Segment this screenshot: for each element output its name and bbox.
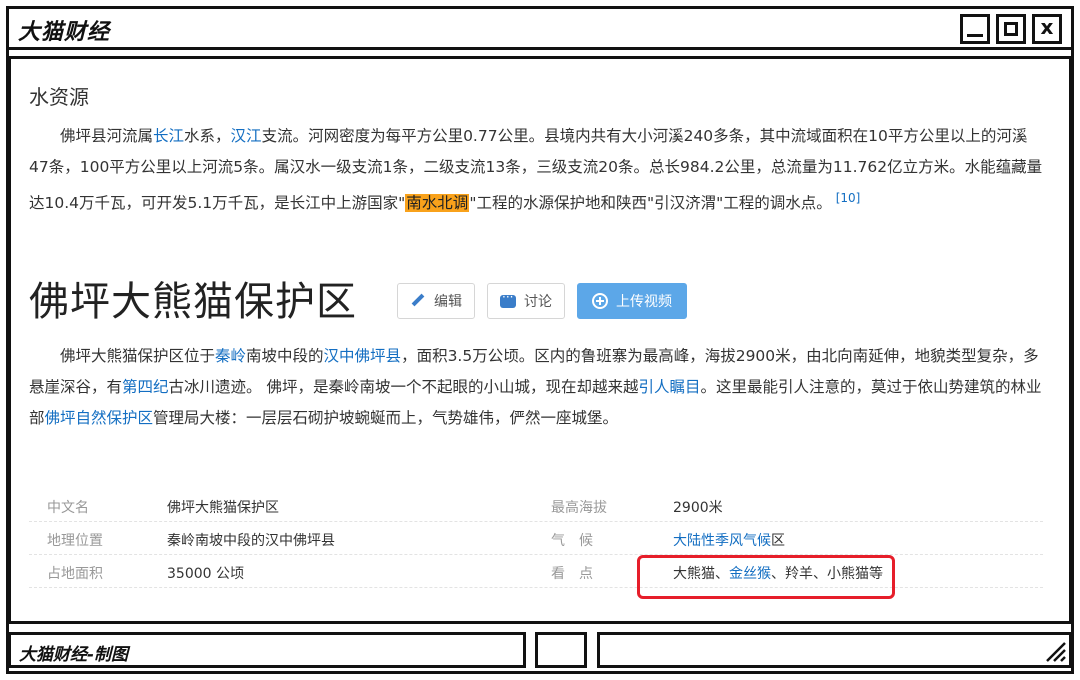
chat-icon	[500, 290, 516, 308]
pencil-icon	[410, 293, 426, 309]
info-key: 中文名	[47, 500, 89, 516]
plus-circle-icon	[592, 293, 608, 309]
minimize-icon[interactable]	[960, 14, 990, 44]
title-bar: 大猫财经 x	[8, 8, 1072, 50]
text-segment: 区	[771, 533, 785, 549]
highlighted-term: 南水北调	[405, 194, 470, 212]
info-value: 大陆性季风气候区	[673, 530, 785, 550]
app-title: 大猫财经	[18, 20, 111, 45]
maximize-icon[interactable]	[996, 14, 1026, 44]
text-segment: 古冰川遗迹。 佛坪，是秦岭南坡一个不起眼的小山城，现在却越来越	[168, 378, 639, 396]
footer-caption: 大猫财经-制图	[19, 645, 129, 665]
link-qinling[interactable]: 秦岭	[215, 347, 246, 365]
info-key: 看 点	[551, 566, 593, 582]
upload-video-button[interactable]: 上传视频	[577, 283, 687, 319]
text-segment: 水系，	[184, 127, 231, 145]
footer-status-panel	[597, 632, 1072, 668]
water-resources-paragraph: 佛坪县河流属长江水系，汉江支流。河网密度为每平方公里0.77公里。县境内共有大小…	[29, 121, 1047, 219]
content-pane: 水资源 佛坪县河流属长江水系，汉江支流。河网密度为每平方公里0.77公里。县境内…	[8, 56, 1072, 624]
link-attention[interactable]: 引人瞩目	[638, 378, 700, 396]
info-key: 占地面积	[47, 566, 103, 582]
info-value: 2900米	[673, 500, 723, 516]
link-nature-reserve[interactable]: 佛坪自然保护区	[45, 409, 154, 427]
resize-grip-icon[interactable]	[1043, 639, 1067, 663]
info-value: 秦岭南坡中段的汉中佛坪县	[167, 533, 335, 549]
footer-caption-panel: 大猫财经-制图	[8, 632, 526, 668]
reserve-paragraph: 佛坪大熊猫保护区位于秦岭南坡中段的汉中佛坪县，面积3.5万公顷。区内的鲁班寨为最…	[29, 341, 1047, 434]
info-key: 最高海拔	[551, 500, 607, 516]
text-segment: "工程的水源保护地和陕西"引汉济渭"工程的调水点。	[469, 194, 832, 212]
discuss-button[interactable]: 讨论	[487, 283, 565, 319]
reserve-title: 佛坪大熊猫保护区	[29, 279, 357, 325]
reference-link[interactable]: [10]	[836, 191, 861, 205]
close-icon[interactable]: x	[1032, 14, 1062, 44]
close-glyph: x	[1040, 15, 1054, 39]
table-row: 中文名 佛坪大熊猫保护区 最高海拔 2900米	[29, 489, 1043, 522]
link-foping[interactable]: 汉中佛坪县	[324, 347, 402, 365]
info-value: 佛坪大熊猫保护区	[167, 500, 279, 516]
link-quaternary[interactable]: 第四纪	[122, 378, 169, 396]
edit-button[interactable]: 编辑	[397, 283, 475, 319]
link-climate[interactable]: 大陆性季风气候	[673, 533, 771, 549]
link-hanjiang[interactable]: 汉江	[231, 127, 262, 145]
text-segment: 南坡中段的	[246, 347, 324, 365]
text-segment: 佛坪大熊猫保护区位于	[60, 347, 216, 365]
upload-label: 上传视频	[616, 294, 672, 310]
text-segment: 佛坪县河流属	[60, 127, 154, 145]
info-value: 35000 公顷	[167, 566, 244, 582]
water-resources-heading: 水资源	[29, 85, 89, 109]
text-segment: 管理局大楼：一层层石砌护坡蜿蜒而上，气势雄伟，俨然一座城堡。	[153, 409, 619, 427]
annotation-highlight-box	[637, 555, 895, 599]
info-key: 地理位置	[47, 533, 103, 549]
footer-spacer-panel	[535, 632, 587, 668]
edit-label: 编辑	[434, 294, 462, 310]
discuss-label: 讨论	[524, 294, 552, 310]
info-key: 气 候	[551, 533, 593, 549]
table-row: 地理位置 秦岭南坡中段的汉中佛坪县 气 候 大陆性季风气候区	[29, 522, 1043, 555]
link-changjiang[interactable]: 长江	[153, 127, 184, 145]
